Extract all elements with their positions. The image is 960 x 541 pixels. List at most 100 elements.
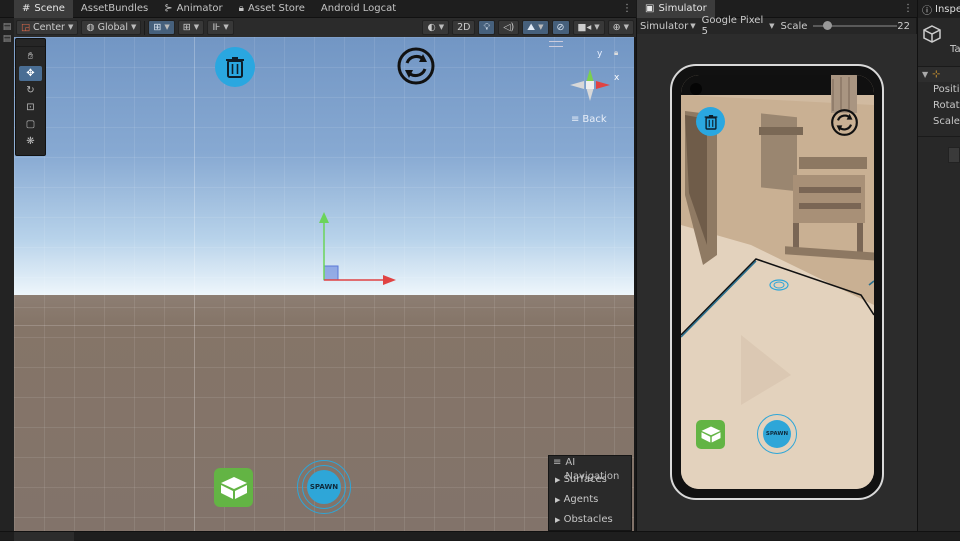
mode-2d-toggle[interactable]: 2D — [452, 20, 476, 35]
simulator-mode-dropdown[interactable]: Simulator ▼ — [640, 21, 696, 32]
cube-icon — [701, 426, 720, 443]
palette-handle[interactable] — [16, 39, 45, 47]
spawn-button[interactable]: SPAWN — [307, 470, 341, 504]
tab-asset-store[interactable]: 🔒︎ Asset Store — [231, 0, 313, 18]
tab-animator[interactable]: ⊱ Animator — [156, 0, 230, 18]
globe-icon: ◍ — [86, 22, 95, 33]
rotate-tool[interactable]: ↻ — [19, 83, 42, 98]
menu-lines-icon: ≡ — [553, 457, 562, 468]
scale-tool[interactable]: ⊡ — [19, 100, 42, 115]
visibility-toggle[interactable]: ⊘ — [551, 20, 570, 35]
space-dropdown[interactable]: ◍ Global ▼ — [81, 20, 142, 35]
increment-snap-button[interactable]: ⊪ ▼ — [207, 20, 234, 35]
snap-toggle[interactable]: ⊞ ▼ — [148, 20, 175, 35]
hand-tool[interactable]: ✋︎ — [19, 49, 42, 64]
tab-scene[interactable]: # Scene — [14, 0, 73, 18]
spawn-button[interactable]: SPAWN — [763, 420, 791, 448]
delete-button[interactable] — [696, 107, 725, 136]
pivot-label: Center — [32, 22, 65, 33]
project-panel-tab-strip — [0, 531, 960, 541]
tab-assetbundles[interactable]: AssetBundles — [73, 0, 156, 18]
tab-animator-label: Animator — [176, 2, 223, 14]
delete-button[interactable] — [215, 47, 255, 87]
camera-icon: ■◂ — [577, 22, 592, 33]
shading-sphere-icon: ◐ — [427, 22, 436, 33]
scale-label: Scale — [780, 20, 808, 32]
move-tool[interactable]: ✥ — [19, 66, 42, 81]
space-label: Global — [97, 22, 128, 33]
divider — [918, 136, 960, 137]
gizmo-x-cone[interactable] — [596, 81, 610, 89]
scale-slider-thumb[interactable] — [823, 21, 833, 30]
ai-navigation-header[interactable]: ≡ AI Navigation — [549, 456, 631, 482]
place-object-button[interactable] — [696, 420, 725, 449]
device-label: Google Pixel 5 — [701, 15, 764, 37]
transform-component-header[interactable]: ▼ ⊹ — [918, 66, 960, 82]
gizmos-dropdown[interactable]: ⊕ ▼ — [607, 20, 634, 35]
gizmo-center-cube[interactable] — [586, 81, 594, 89]
chevron-down-icon: ▼ — [538, 23, 544, 31]
gizmos-icon: ⊕ — [612, 22, 621, 33]
pivot-icon: ◲ — [21, 22, 30, 33]
ruler-icon: ⊪ — [212, 22, 221, 33]
tab-asset-store-label: Asset Store — [247, 2, 305, 14]
more-menu-icon[interactable]: ⋮ — [903, 3, 917, 14]
trash-icon — [704, 114, 717, 130]
shading-mode-dropdown[interactable]: ◐ ▼ — [422, 20, 450, 35]
lock-icon: 🔒︎ — [238, 2, 244, 14]
move-gizmo[interactable] — [310, 209, 400, 291]
y-axis-arrow[interactable] — [319, 212, 329, 223]
chevron-down-icon: ▼ — [922, 70, 929, 79]
grid-toggle[interactable]: ⊞ ▼ — [177, 20, 205, 35]
effects-dropdown[interactable]: ⛰︎ ▼ — [522, 20, 549, 35]
chevron-right-icon: ▶ — [555, 516, 561, 524]
chevron-down-icon: ▼ — [164, 23, 170, 31]
ai-nav-item-label: Surfaces — [563, 474, 607, 485]
scene-viewport[interactable]: y x 🔒︎ ≡ Back SPAWN — [14, 37, 634, 531]
ai-nav-item-obstacles[interactable]: ▶ Obstacles — [549, 510, 631, 530]
gizmo-neg-y-cone[interactable] — [586, 87, 594, 101]
transform-tool[interactable]: ❋ — [19, 134, 42, 149]
device-screen[interactable]: SPAWN — [681, 75, 874, 489]
place-object-button[interactable] — [214, 468, 253, 507]
ai-nav-item-agents[interactable]: ▶ Agents — [549, 490, 631, 510]
tab-android-logcat[interactable]: Android Logcat — [313, 0, 404, 18]
hash-icon: # — [22, 2, 31, 14]
reset-button[interactable] — [396, 46, 436, 86]
lock-icon[interactable]: 🔒︎ — [614, 48, 618, 58]
back-view-button[interactable]: ≡ Back — [571, 114, 607, 125]
tab-inspector[interactable]: ⓘ Inspe — [918, 0, 960, 18]
dock-icon[interactable]: ▤ — [0, 34, 14, 46]
pivot-dropdown[interactable]: ◲ Center ▼ — [16, 20, 79, 35]
chevron-down-icon: ▼ — [438, 23, 445, 31]
lighting-toggle[interactable]: 💡︎ — [478, 20, 496, 35]
overlay-handle-icon[interactable] — [549, 41, 563, 47]
scale-slider[interactable] — [813, 21, 898, 31]
spawn-label: SPAWN — [309, 483, 339, 491]
add-component-button[interactable] — [948, 147, 960, 163]
gizmo-y-label: y — [597, 49, 603, 59]
audio-toggle[interactable]: ◁) — [498, 20, 520, 35]
trash-icon — [226, 57, 244, 78]
camera-dropdown[interactable]: ■◂ ▼ — [572, 20, 605, 35]
chevron-right-icon: ▶ — [555, 496, 561, 504]
ai-navigation-overlay: ≡ AI Navigation ▶ Surfaces ▶ Agents ▶ Ob… — [548, 455, 632, 531]
gizmo-neg-x-cone[interactable] — [570, 81, 584, 89]
move-plane-handle[interactable] — [323, 265, 339, 281]
inspector-header: Ta — [918, 18, 960, 66]
chevron-down-icon: ▼ — [623, 23, 629, 31]
rect-tool[interactable]: ▢ — [19, 117, 42, 132]
scene-toolbar: ◲ Center ▼ ◍ Global ▼ ⊞ ▼ ⊞ ▼ ⊪ ▼ ◐ ▼ 2D… — [14, 18, 636, 37]
gizmo-y-cone[interactable] — [586, 69, 594, 83]
scene-tab-bar: # Scene AssetBundles ⊱ Animator 🔒︎ Asset… — [0, 0, 636, 18]
chevron-down-icon: ▼ — [690, 22, 696, 30]
more-menu-icon[interactable]: ⋮ — [622, 3, 636, 14]
reset-button[interactable] — [830, 108, 859, 137]
x-axis-arrow[interactable] — [383, 275, 396, 285]
scale-value: 22 — [897, 20, 910, 32]
device-dropdown[interactable]: Google Pixel 5 ▼ — [702, 15, 775, 37]
tab-assetbundles-label: AssetBundles — [80, 2, 149, 14]
chevron-down-icon: ▼ — [67, 23, 74, 31]
cube-icon — [220, 476, 247, 499]
dock-icon[interactable]: ▤ — [0, 22, 14, 34]
